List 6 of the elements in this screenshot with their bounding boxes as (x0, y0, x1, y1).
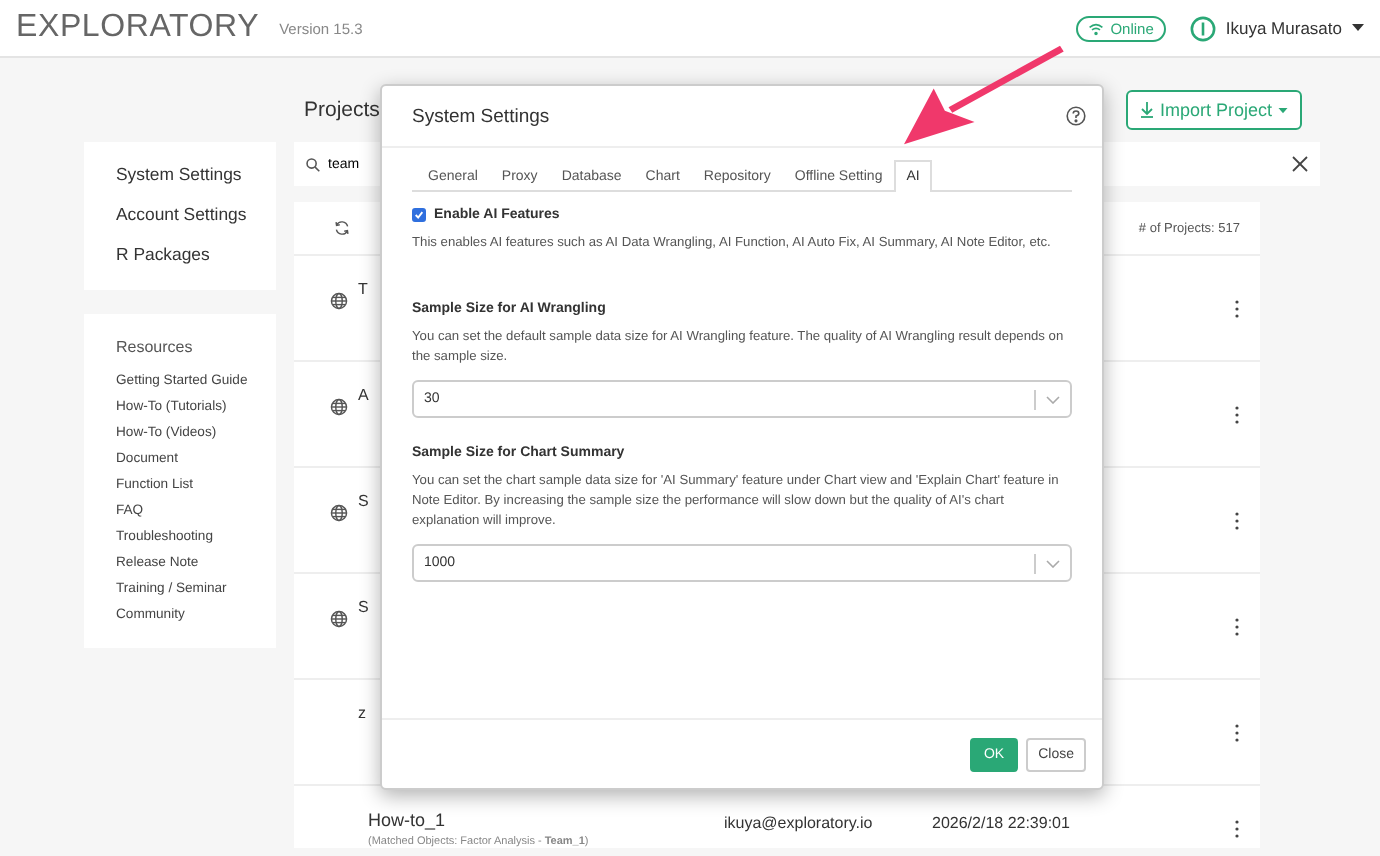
dialog-title: System Settings (412, 105, 550, 127)
projects-title: Projects (304, 98, 380, 122)
updated-date: 2026/2/18 22:39:01 (932, 812, 1070, 832)
app-logo: EXPLORATORY (16, 10, 260, 46)
resources-heading: Resources (116, 338, 195, 356)
owner-email: ikuya@exploratory.io (724, 812, 875, 832)
